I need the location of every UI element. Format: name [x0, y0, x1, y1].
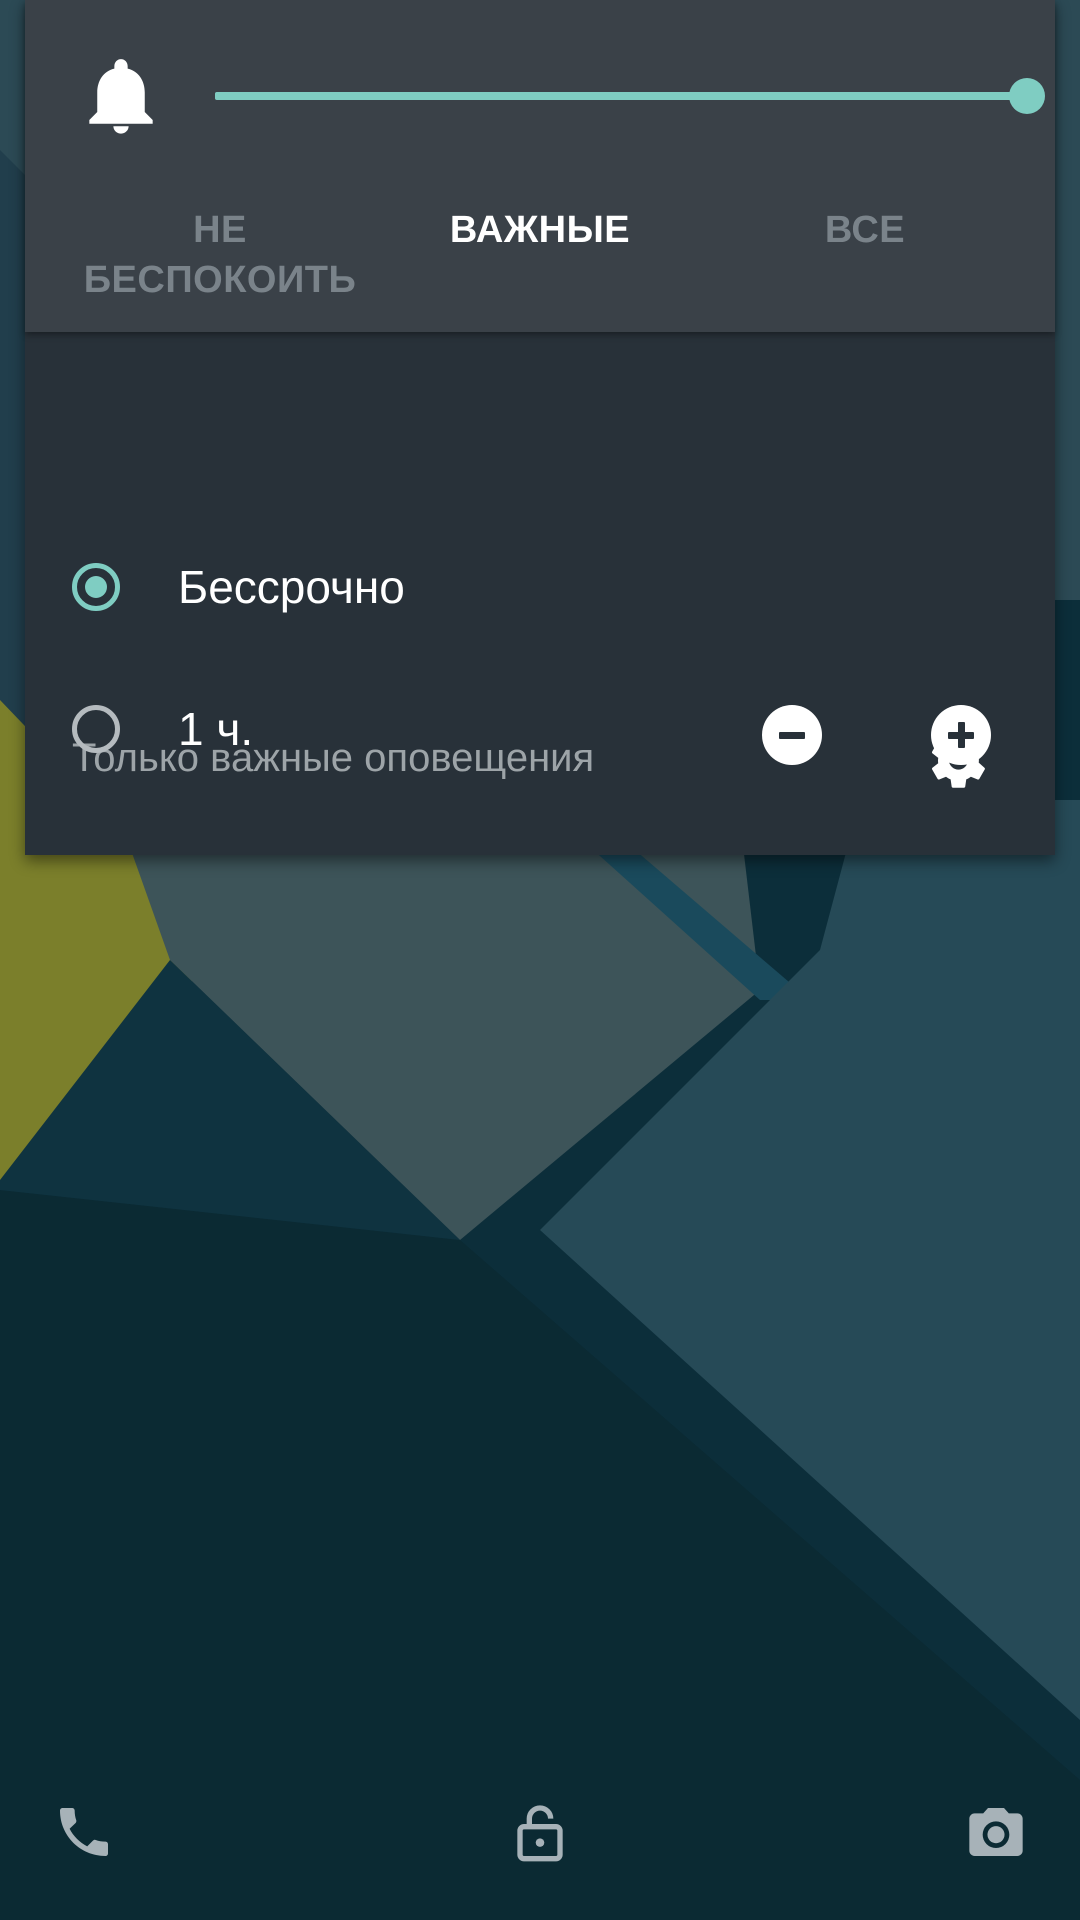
option-duration[interactable]: 1 ч. [25, 680, 1055, 790]
volume-thumb[interactable] [1009, 78, 1045, 114]
camera-icon[interactable] [964, 1800, 1028, 1864]
phone-icon[interactable] [52, 1800, 116, 1864]
increase-duration-button[interactable] [931, 705, 991, 765]
radio-indefinitely[interactable] [72, 563, 120, 611]
volume-fill [215, 92, 1027, 100]
tab-important[interactable]: ВАЖНЫЕ [385, 205, 695, 255]
lock-open-icon[interactable] [508, 1800, 572, 1864]
option-indefinitely[interactable]: Бессрочно [25, 538, 1055, 648]
volume-section: НЕ БЕСПОКОИТЬ ВАЖНЫЕ ВСЕ [25, 0, 1055, 332]
radio-duration[interactable] [72, 705, 120, 753]
volume-slider[interactable] [215, 70, 1045, 122]
decrease-duration-button[interactable] [762, 705, 822, 765]
tab-all[interactable]: ВСЕ [715, 205, 1015, 255]
volume-zen-panel: НЕ БЕСПОКОИТЬ ВАЖНЫЕ ВСЕ Только важные о… [25, 0, 1055, 855]
plus-vertical-bar [958, 722, 965, 748]
tab-do-not-disturb[interactable]: НЕ БЕСПОКОИТЬ [65, 205, 375, 305]
radio-dot [85, 576, 107, 598]
option-label: Бессрочно [178, 561, 405, 613]
bell-icon[interactable] [83, 52, 159, 136]
minus-circle-icon [779, 732, 805, 739]
lock-screen: НЕ БЕСПОКОИТЬ ВАЖНЫЕ ВСЕ Только важные о… [0, 0, 1080, 1920]
option-label: 1 ч. [178, 703, 254, 755]
